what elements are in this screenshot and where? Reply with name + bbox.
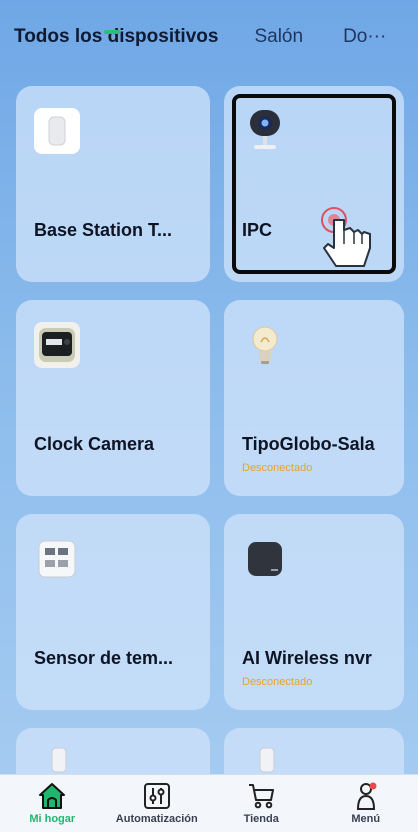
nav-store-label: Tienda — [243, 813, 279, 825]
nav-menu[interactable]: Menú — [316, 775, 416, 825]
device-grid: Base Station T... IPC Clock Camera TipoG… — [16, 86, 408, 788]
automation-icon — [143, 783, 170, 809]
tab-more[interactable]: Do··· — [343, 26, 386, 48]
device-thumbnail-icon — [51, 747, 67, 773]
temperature-sensor-icon — [38, 540, 76, 578]
device-card-temp-sensor[interactable]: Sensor de tem... — [16, 514, 210, 710]
device-name: AI Wireless nvr — [242, 648, 372, 668]
base-station-icon — [34, 108, 80, 154]
device-thumbnail-icon — [259, 747, 275, 773]
bottom-navigation: Mi hogar Automatización Tienda Menú — [0, 774, 418, 832]
home-icon — [39, 783, 66, 809]
device-card-nvr[interactable]: AI Wireless nvr Desconectado — [224, 514, 404, 710]
tap-gesture-icon — [321, 207, 371, 267]
device-card-base-station[interactable]: Base Station T... — [16, 86, 210, 282]
nav-home[interactable]: Mi hogar — [2, 775, 102, 825]
room-tab-bar: Todos los dispositivos Salón Do··· — [0, 0, 418, 72]
device-name: Clock Camera — [34, 434, 155, 454]
nav-menu-label: Menú — [351, 813, 381, 825]
nav-home-label: Mi hogar — [29, 813, 76, 825]
status-offline: Desconectado — [242, 462, 313, 474]
clock-camera-icon — [34, 322, 80, 368]
nvr-icon — [248, 542, 282, 576]
device-name: Base Station T... — [34, 220, 173, 240]
nav-store[interactable]: Tienda — [211, 775, 311, 825]
device-card-clock-camera[interactable]: Clock Camera — [16, 300, 210, 496]
nav-automation-label: Automatización — [115, 813, 198, 825]
status-offline: Desconectado — [242, 676, 313, 688]
device-card-ipc[interactable]: IPC — [224, 86, 404, 282]
device-name: Sensor de tem... — [34, 648, 174, 668]
notification-dot — [369, 782, 377, 790]
camera-icon — [250, 110, 280, 149]
nav-automation[interactable]: Automatización — [107, 775, 207, 825]
device-name: IPC — [242, 220, 273, 240]
profile-icon — [356, 782, 377, 810]
device-card-bulb[interactable]: TipoGlobo-Sala Desconectado — [224, 300, 404, 496]
bulb-icon — [252, 326, 278, 364]
active-tab-indicator — [104, 30, 120, 34]
tab-salon[interactable]: Salón — [254, 26, 303, 48]
shopping-cart-icon — [249, 784, 275, 809]
device-name: TipoGlobo-Sala — [242, 434, 375, 454]
